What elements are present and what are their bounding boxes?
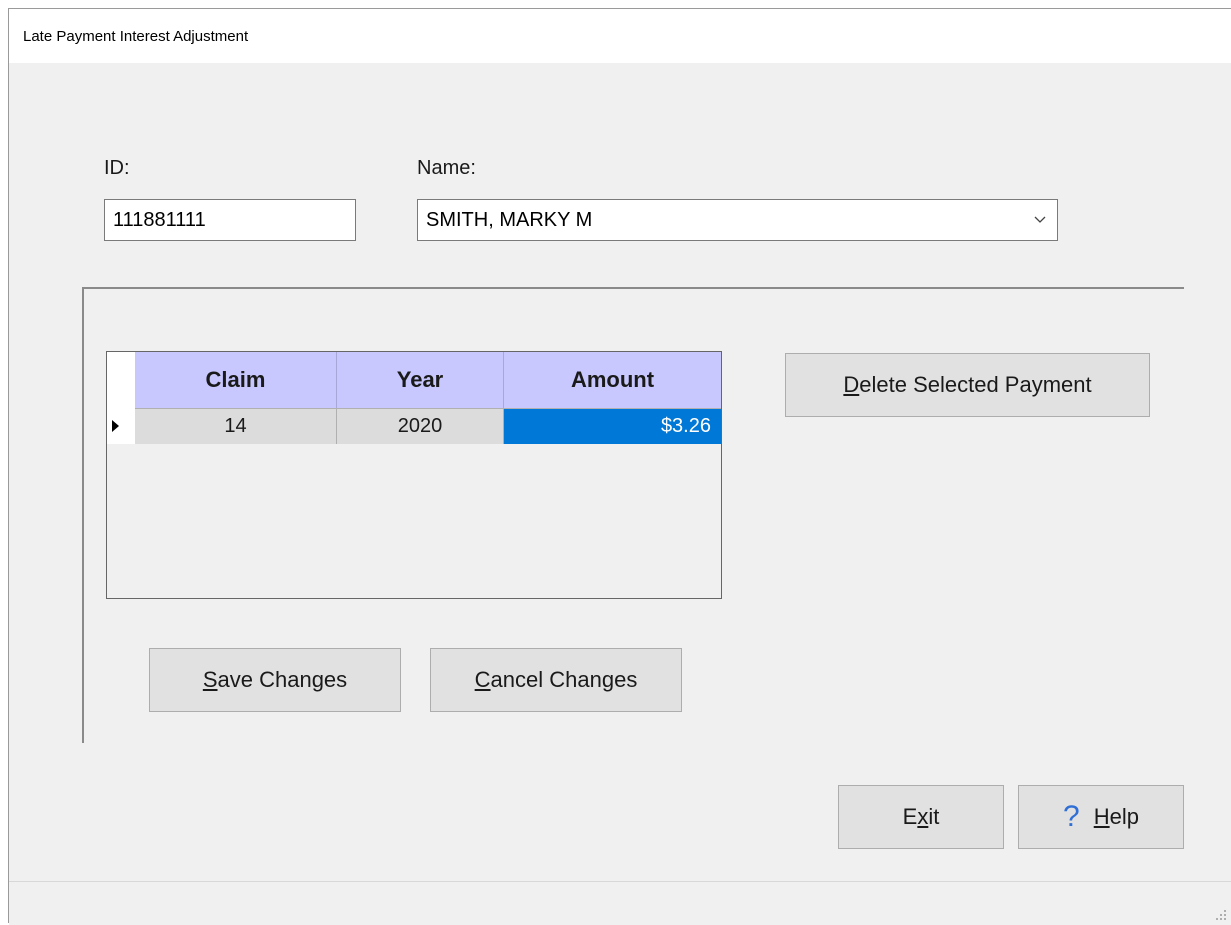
chevron-down-icon[interactable] (1033, 212, 1047, 226)
id-label: ID: (104, 157, 130, 179)
status-bar (9, 881, 1231, 925)
cell-year[interactable]: 2020 (337, 408, 504, 444)
delete-button-label: Delete Selected Payment (843, 372, 1092, 397)
dialog-window: Late Payment Interest Adjustment ID: 111… (8, 8, 1231, 925)
question-mark-icon: ? (1063, 800, 1080, 833)
cell-amount[interactable]: $3.26 (504, 408, 721, 444)
delete-selected-payment-button[interactable]: Delete Selected Payment (785, 353, 1150, 417)
name-label: Name: (417, 157, 476, 179)
help-button[interactable]: ? Help (1018, 785, 1184, 849)
grid-corner-header (107, 352, 135, 408)
title-bar: Late Payment Interest Adjustment (9, 9, 1231, 63)
cancel-changes-button[interactable]: Cancel Changes (430, 648, 682, 712)
row-pointer-icon (112, 420, 119, 432)
row-header[interactable] (107, 408, 135, 444)
cell-claim[interactable]: 14 (135, 408, 337, 444)
column-header-amount[interactable]: Amount (504, 352, 721, 408)
resize-grip-icon[interactable] (1215, 909, 1227, 921)
help-button-label: Help (1093, 804, 1139, 829)
save-changes-button[interactable]: Save Changes (149, 648, 401, 712)
column-header-claim[interactable]: Claim (135, 352, 337, 408)
payments-grid[interactable]: Claim Year Amount 14 2020 $3.26 (106, 351, 722, 599)
exit-button[interactable]: Exit (838, 785, 1004, 849)
window-title: Late Payment Interest Adjustment (23, 28, 249, 45)
id-field[interactable]: 111881111 (104, 199, 356, 241)
cancel-button-label: Cancel Changes (474, 667, 638, 692)
save-button-label: Save Changes (202, 667, 348, 692)
name-dropdown[interactable]: SMITH, MARKY M (417, 199, 1058, 241)
exit-button-label: Exit (902, 804, 940, 829)
column-header-year[interactable]: Year (337, 352, 504, 408)
name-dropdown-value: SMITH, MARKY M (426, 209, 593, 231)
